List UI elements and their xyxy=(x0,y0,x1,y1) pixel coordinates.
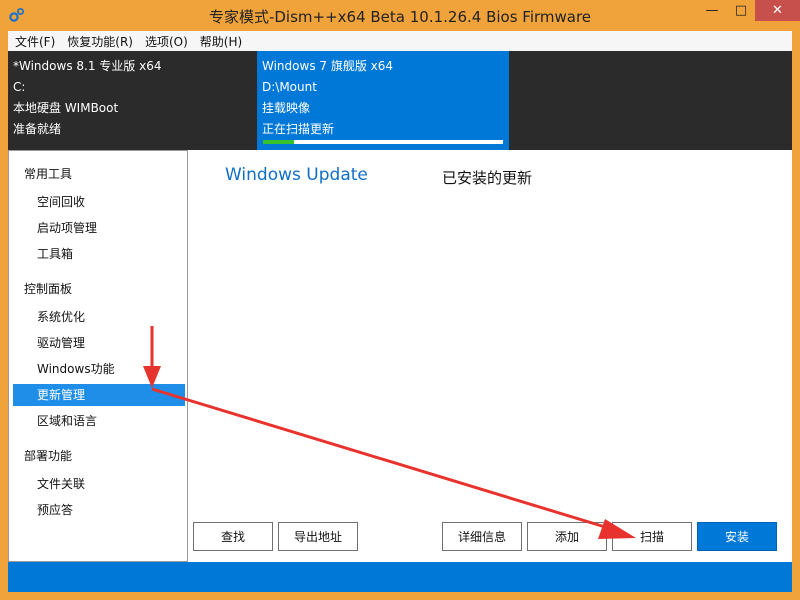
add-button[interactable]: 添加 xyxy=(527,522,607,551)
scan-progress-bar xyxy=(263,140,503,144)
sidebar-item-startup[interactable]: 启动项管理 xyxy=(13,217,185,239)
image-card-mounted[interactable]: Windows 7 旗舰版 x64 D:\Mount 挂载映像 正在扫描更新 xyxy=(257,51,509,150)
sidebar: 常用工具 空间回收 启动项管理 工具箱 控制面板 系统优化 驱动管理 Windo… xyxy=(8,150,188,562)
status-bar xyxy=(8,562,792,592)
menu-restore[interactable]: 恢复功能(R) xyxy=(61,33,139,50)
sidebar-item-toolbox[interactable]: 工具箱 xyxy=(13,243,185,265)
sidebar-item-file-association[interactable]: 文件关联 xyxy=(13,473,185,495)
close-button[interactable]: ✕ xyxy=(755,0,800,21)
sidebar-item-drivers[interactable]: 驱动管理 xyxy=(13,332,185,354)
tab-windows-update[interactable]: Windows Update xyxy=(225,165,368,185)
details-button[interactable]: 详细信息 xyxy=(442,522,522,551)
scan-progress-fill xyxy=(263,140,295,144)
main-panel: Windows Update 已安装的更新 查找 导出地址 详细信息 添加 扫描… xyxy=(188,150,792,562)
scan-button[interactable]: 扫描 xyxy=(612,522,692,551)
image-name: *Windows 8.1 专业版 x64 xyxy=(13,59,162,73)
sidebar-item-region-language[interactable]: 区域和语言 xyxy=(13,410,185,432)
image-type: 挂载映像 xyxy=(262,101,311,115)
maximize-button[interactable]: □ xyxy=(727,0,755,21)
section-common-tools: 常用工具 xyxy=(24,167,73,181)
section-deployment: 部署功能 xyxy=(24,449,73,463)
section-control-panel: 控制面板 xyxy=(24,282,73,296)
sidebar-item-answer-file[interactable]: 预应答 xyxy=(13,499,185,521)
find-button[interactable]: 查找 xyxy=(193,522,273,551)
sidebar-item-windows-features[interactable]: Windows功能 xyxy=(13,358,185,380)
menu-bar: 文件(F) 恢复功能(R) 选项(O) 帮助(H) xyxy=(8,31,792,51)
menu-file[interactable]: 文件(F) xyxy=(8,33,61,50)
image-status: 正在扫描更新 xyxy=(262,122,335,136)
image-path: D:\Mount xyxy=(262,80,317,94)
image-type: 本地硬盘 WIMBoot xyxy=(13,101,119,115)
image-list: *Windows 8.1 专业版 x64 C: 本地硬盘 WIMBoot 准备就… xyxy=(8,51,792,150)
image-path: C: xyxy=(13,80,26,94)
sidebar-item-space-cleanup[interactable]: 空间回收 xyxy=(13,191,185,213)
title-bar[interactable]: 专家模式-Dism++x64 Beta 10.1.26.4 Bios Firmw… xyxy=(0,0,800,31)
menu-help[interactable]: 帮助(H) xyxy=(194,33,248,50)
image-name: Windows 7 旗舰版 x64 xyxy=(262,59,394,73)
export-address-button[interactable]: 导出地址 xyxy=(278,522,358,551)
install-button[interactable]: 安装 xyxy=(697,522,777,551)
tab-installed-updates[interactable]: 已安装的更新 xyxy=(442,167,532,188)
sidebar-item-updates[interactable]: 更新管理 xyxy=(13,384,185,406)
menu-options[interactable]: 选项(O) xyxy=(139,33,194,50)
image-status: 准备就绪 xyxy=(13,122,62,136)
sidebar-item-optimize[interactable]: 系统优化 xyxy=(13,306,185,328)
window-title: 专家模式-Dism++x64 Beta 10.1.26.4 Bios Firmw… xyxy=(208,8,592,26)
minimize-button[interactable]: — xyxy=(697,0,727,21)
image-card-host[interactable]: *Windows 8.1 专业版 x64 C: 本地硬盘 WIMBoot 准备就… xyxy=(8,51,257,150)
app-window: 专家模式-Dism++x64 Beta 10.1.26.4 Bios Firmw… xyxy=(0,0,800,600)
